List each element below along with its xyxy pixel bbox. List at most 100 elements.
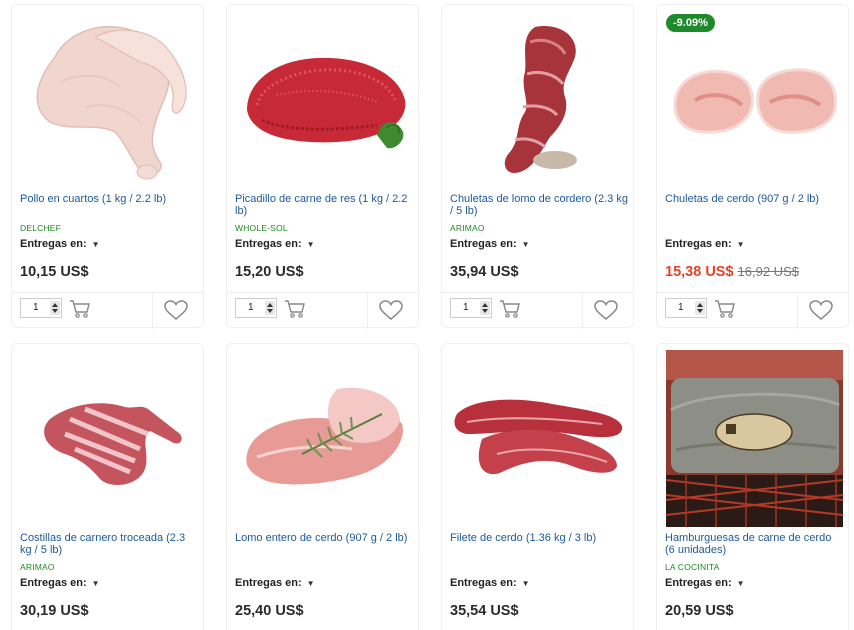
product-grid: Pollo en cuartos (1 kg / 2.2 lb) DELCHEF…	[0, 0, 854, 630]
add-to-cart-icon[interactable]	[714, 299, 736, 319]
price-row: 35,94 US$	[450, 263, 519, 281]
product-price: 35,54 US$	[450, 603, 519, 619]
product-price: 10,15 US$	[20, 264, 89, 280]
quantity-stepper[interactable]	[695, 301, 705, 315]
product-card[interactable]: Costillas de carnero troceada (2.3 kg / …	[11, 343, 204, 630]
delivery-dropdown[interactable]: Entregas en: ▼	[20, 577, 100, 589]
divider	[227, 292, 418, 293]
product-title-link[interactable]: Costillas de carnero troceada (2.3 kg / …	[20, 532, 198, 556]
price-row: 15,20 US$	[235, 263, 304, 281]
add-to-cart-icon[interactable]	[69, 299, 91, 319]
stepper-down-icon[interactable]	[267, 309, 273, 313]
caret-down-icon: ▼	[736, 240, 745, 249]
product-image-chicken-quarters[interactable]	[21, 11, 198, 188]
product-card[interactable]: Chuletas de lomo de cordero (2.3 kg / 5 …	[441, 4, 634, 329]
delivery-label: Entregas en:	[450, 577, 517, 589]
delivery-label: Entregas en:	[665, 577, 732, 589]
product-title-link[interactable]: Pollo en cuartos (1 kg / 2.2 lb)	[20, 193, 198, 206]
product-card[interactable]: Hamburguesas de carne de cerdo (6 unidad…	[656, 343, 849, 630]
wishlist-heart-icon[interactable]	[164, 300, 188, 321]
product-image-pork-chops[interactable]	[666, 11, 843, 188]
product-card[interactable]: Pollo en cuartos (1 kg / 2.2 lb) DELCHEF…	[11, 4, 204, 329]
product-price: 25,40 US$	[235, 603, 304, 619]
stepper-down-icon[interactable]	[482, 309, 488, 313]
product-price: 20,59 US$	[665, 603, 734, 619]
quantity-stepper[interactable]	[480, 301, 490, 315]
price-row: 35,54 US$	[450, 602, 519, 620]
price-row: 20,59 US$	[665, 602, 734, 620]
wishlist-heart-icon[interactable]	[379, 300, 403, 321]
caret-down-icon: ▼	[91, 240, 100, 249]
delivery-label: Entregas en:	[665, 238, 732, 250]
delivery-dropdown[interactable]: Entregas en: ▼	[665, 577, 745, 589]
add-to-cart-icon[interactable]	[499, 299, 521, 319]
delivery-label: Entregas en:	[235, 577, 302, 589]
delivery-label: Entregas en:	[20, 238, 87, 250]
product-image-ground-beef[interactable]	[236, 11, 413, 188]
caret-down-icon: ▼	[91, 579, 100, 588]
product-image-lamb-chops[interactable]	[451, 11, 628, 188]
caret-down-icon: ▼	[306, 579, 315, 588]
stepper-down-icon[interactable]	[697, 309, 703, 313]
caret-down-icon: ▼	[521, 579, 530, 588]
delivery-dropdown[interactable]: Entregas en: ▼	[450, 577, 530, 589]
product-image-pork-tenderloin[interactable]	[451, 350, 628, 527]
divider	[657, 292, 848, 293]
delivery-dropdown[interactable]: Entregas en: ▼	[20, 238, 100, 250]
stepper-up-icon[interactable]	[267, 303, 273, 307]
product-price: 30,19 US$	[20, 603, 89, 619]
delivery-label: Entregas en:	[450, 238, 517, 250]
product-title-link[interactable]: Lomo entero de cerdo (907 g / 2 lb)	[235, 532, 413, 545]
quantity-stepper[interactable]	[50, 301, 60, 315]
caret-down-icon: ▼	[306, 240, 315, 249]
product-brand[interactable]: ARIMAO	[450, 223, 485, 233]
original-price: 16,92 US$	[737, 264, 799, 279]
divider	[152, 293, 153, 329]
product-card[interactable]: Filete de cerdo (1.36 kg / 3 lb) Entrega…	[441, 343, 634, 630]
product-card[interactable]: Lomo entero de cerdo (907 g / 2 lb) Entr…	[226, 343, 419, 630]
divider	[797, 293, 798, 329]
product-card[interactable]: -9.09% Chuletas de cerdo (907 g / 2 lb) …	[656, 4, 849, 329]
product-image-lamb-ribs[interactable]	[21, 350, 198, 527]
product-image-pork-loin[interactable]	[236, 350, 413, 527]
delivery-label: Entregas en:	[20, 577, 87, 589]
caret-down-icon: ▼	[521, 240, 530, 249]
divider	[582, 293, 583, 329]
product-title-link[interactable]: Chuletas de cerdo (907 g / 2 lb)	[665, 193, 843, 206]
price-row: 10,15 US$	[20, 263, 89, 281]
price-row: 30,19 US$	[20, 602, 89, 620]
product-card[interactable]: Picadillo de carne de res (1 kg / 2.2 lb…	[226, 4, 419, 329]
product-title-link[interactable]: Hamburguesas de carne de cerdo (6 unidad…	[665, 532, 843, 556]
product-brand[interactable]: WHOLE-SOL	[235, 223, 288, 233]
product-title-link[interactable]: Chuletas de lomo de cordero (2.3 kg / 5 …	[450, 193, 628, 217]
caret-down-icon: ▼	[736, 579, 745, 588]
wishlist-heart-icon[interactable]	[809, 300, 833, 321]
delivery-dropdown[interactable]: Entregas en: ▼	[235, 577, 315, 589]
product-brand[interactable]: ARIMAO	[20, 562, 55, 572]
stepper-up-icon[interactable]	[697, 303, 703, 307]
quantity-stepper[interactable]	[265, 301, 275, 315]
wishlist-heart-icon[interactable]	[594, 300, 618, 321]
add-to-cart-icon[interactable]	[284, 299, 306, 319]
divider	[442, 292, 633, 293]
sale-price: 15,38 US$	[665, 264, 734, 280]
product-price: 15,20 US$	[235, 264, 304, 280]
stepper-down-icon[interactable]	[52, 309, 58, 313]
price-row: 25,40 US$	[235, 602, 304, 620]
product-title-link[interactable]: Filete de cerdo (1.36 kg / 3 lb)	[450, 532, 628, 545]
divider	[12, 292, 203, 293]
product-brand[interactable]: LA COCINITA	[665, 562, 719, 572]
delivery-dropdown[interactable]: Entregas en: ▼	[450, 238, 530, 250]
delivery-label: Entregas en:	[235, 238, 302, 250]
price-row: 15,38 US$ 16,92 US$	[665, 263, 799, 281]
stepper-up-icon[interactable]	[52, 303, 58, 307]
product-price: 35,94 US$	[450, 264, 519, 280]
product-brand[interactable]: DELCHEF	[20, 223, 61, 233]
divider	[367, 293, 368, 329]
stepper-up-icon[interactable]	[482, 303, 488, 307]
delivery-dropdown[interactable]: Entregas en: ▼	[665, 238, 745, 250]
product-title-link[interactable]: Picadillo de carne de res (1 kg / 2.2 lb…	[235, 193, 413, 217]
discount-badge: -9.09%	[666, 14, 715, 32]
delivery-dropdown[interactable]: Entregas en: ▼	[235, 238, 315, 250]
product-image-pork-burgers-package[interactable]	[666, 350, 843, 527]
